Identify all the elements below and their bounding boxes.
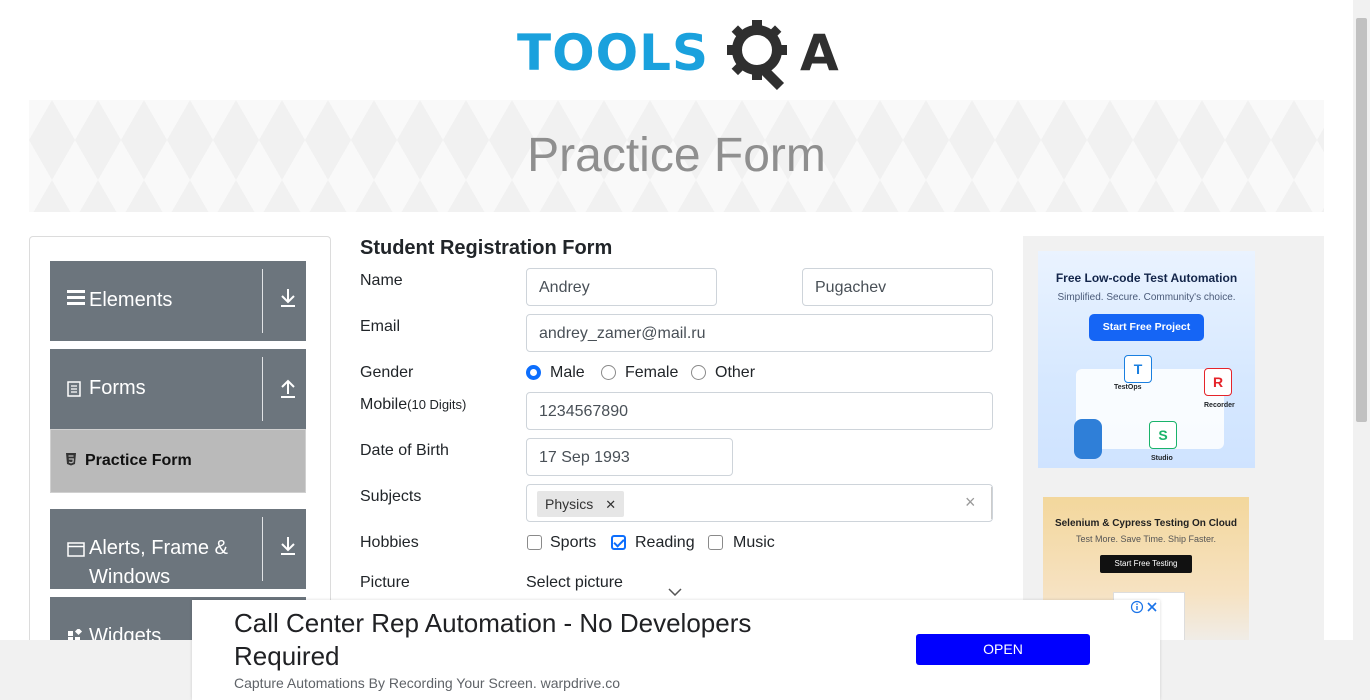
sidebar-group-elements[interactable]: Elements: [50, 261, 306, 341]
gender-radio-male[interactable]: [526, 365, 541, 380]
testops-icon: T: [1124, 355, 1152, 383]
date-of-birth-input[interactable]: 17 Sep 1993: [526, 438, 733, 476]
ad-product-label: Recorder: [1204, 402, 1235, 409]
gear-icon: [727, 20, 787, 90]
hobby-option-label[interactable]: Music: [733, 534, 775, 552]
subject-chip: Physics ✕: [537, 491, 625, 517]
sidebar-group-label: Elements: [89, 289, 173, 311]
ad-product-label: TestOps: [1114, 384, 1142, 391]
logo-a-text: A: [800, 24, 839, 82]
widgets-icon: [67, 627, 85, 640]
studio-icon: S: [1149, 421, 1177, 449]
hobby-option-label[interactable]: Sports: [550, 534, 596, 552]
scrollbar-thumb[interactable]: [1356, 18, 1367, 422]
upload-icon: [281, 379, 295, 398]
divider: [262, 269, 263, 333]
sidebar-item-label: Practice Form: [85, 452, 192, 469]
divider: [262, 357, 263, 421]
ad-subtitle: Simplified. Secure. Community's choice.: [1057, 292, 1236, 303]
name-label: Name: [360, 272, 403, 289]
clear-subjects-icon[interactable]: ×: [965, 492, 976, 513]
dob-label: Date of Birth: [360, 442, 449, 459]
ad-product-label: Studio: [1151, 455, 1173, 462]
last-name-input[interactable]: Pugachev: [802, 268, 993, 306]
gender-option-label[interactable]: Other: [715, 364, 755, 382]
ad-title: Free Low-code Test Automation: [1055, 271, 1238, 285]
mobile-hint: (10 Digits): [407, 397, 467, 412]
sidebar-group-label: Widgets: [89, 625, 162, 640]
bottom-ad-headline[interactable]: Call Center Rep Automation - No Develope…: [234, 607, 854, 673]
gender-label: Gender: [360, 364, 414, 381]
sidebar-item-practice-form[interactable]: Practice Form: [50, 429, 306, 493]
bottom-ad-subtext: Capture Automations By Recording Your Sc…: [234, 675, 620, 691]
robot-icon: [1074, 419, 1102, 459]
logo-tools-text: TOOLS: [517, 24, 709, 82]
open-button[interactable]: OPEN: [916, 634, 1090, 665]
picture-label: Picture: [360, 574, 410, 591]
gender-option-label[interactable]: Male: [550, 364, 585, 382]
first-name-input[interactable]: Andrey: [526, 268, 717, 306]
recorder-icon: R: [1204, 368, 1232, 396]
hobby-checkbox-music[interactable]: [708, 535, 723, 550]
hamburger-icon: [67, 289, 85, 310]
hobby-checkbox-reading[interactable]: [611, 535, 626, 550]
email-label: Email: [360, 318, 401, 335]
toolsqa-logo[interactable]: TOOLS A: [517, 16, 839, 90]
page-title: Practice Form: [527, 129, 826, 182]
sidebar-group-alerts[interactable]: Alerts, Frame & Windows: [50, 509, 306, 589]
ad-katalon[interactable]: Free Low-code Test Automation Simplified…: [1038, 251, 1255, 468]
ad-subtitle: Test More. Save Time. Ship Faster.: [1075, 534, 1217, 544]
hobby-option-label[interactable]: Reading: [635, 534, 695, 552]
subjects-label: Subjects: [360, 488, 422, 505]
select-picture-button[interactable]: Select picture: [526, 574, 623, 592]
mobile-input[interactable]: 1234567890: [526, 392, 993, 430]
page-banner: Practice Form: [29, 100, 1324, 212]
ad-badge[interactable]: [1130, 600, 1160, 615]
info-icon[interactable]: [1130, 600, 1160, 615]
sidebar-group-label: Forms: [89, 377, 146, 399]
ad-cta-button[interactable]: Start Free Testing: [1100, 555, 1192, 573]
subject-chip-label: Physics: [545, 496, 594, 512]
form-title: Student Registration Form: [360, 237, 613, 259]
divider: [991, 487, 992, 519]
window-icon: [67, 541, 85, 562]
document-icon: [67, 381, 81, 402]
gender-option-label[interactable]: Female: [625, 364, 678, 382]
html5-icon: [65, 452, 77, 469]
mobile-label-text: Mobile: [360, 396, 408, 413]
hobbies-label: Hobbies: [360, 534, 419, 551]
download-icon: [281, 537, 295, 555]
remove-chip-icon[interactable]: ✕: [605, 497, 616, 512]
gender-radio-other[interactable]: [691, 365, 706, 380]
ad-title: Selenium & Cypress Testing On Cloud: [1054, 518, 1238, 529]
divider: [262, 517, 263, 581]
email-input[interactable]: andrey_zamer@mail.ru: [526, 314, 993, 352]
hobby-checkbox-sports[interactable]: [527, 535, 542, 550]
download-icon: [281, 289, 295, 307]
gender-radio-female[interactable]: [601, 365, 616, 380]
ad-cta-button[interactable]: Start Free Project: [1089, 314, 1204, 341]
bottom-ad[interactable]: Call Center Rep Automation - No Develope…: [192, 600, 1160, 700]
chevron-down-icon: [668, 588, 682, 596]
sidebar-group-forms[interactable]: Forms: [50, 349, 306, 429]
sidebar-group-label: Alerts, Frame & Windows: [89, 537, 228, 588]
mobile-label: Mobile(10 Digits): [360, 396, 466, 414]
